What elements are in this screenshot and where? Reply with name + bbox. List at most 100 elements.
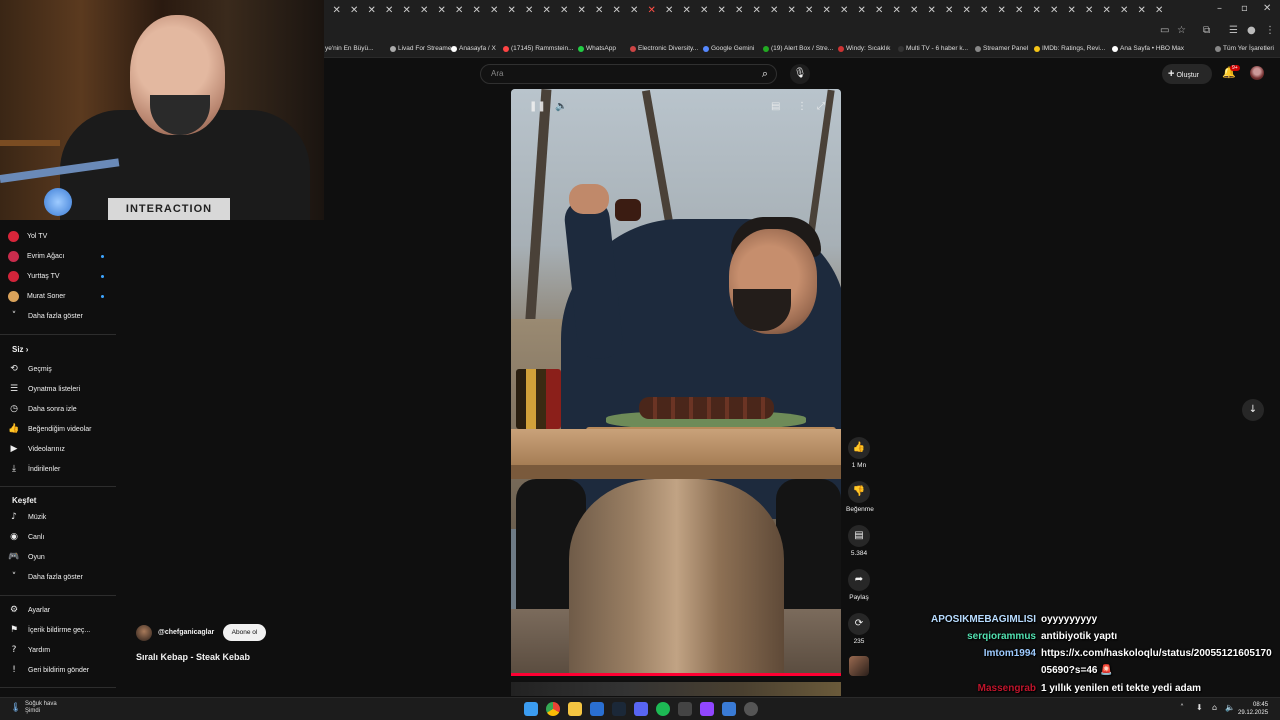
twitch-icon[interactable] — [700, 702, 714, 716]
minimize-icon[interactable]: – — [1217, 3, 1222, 14]
browser-tab[interactable]: ✕ — [783, 4, 801, 18]
browser-tab[interactable]: ✕ — [608, 4, 626, 18]
browser-tab[interactable]: ✕ — [1081, 4, 1099, 18]
browser-tab[interactable]: ✕ — [433, 4, 451, 18]
sound-channel-thumbnail[interactable] — [849, 656, 869, 676]
browser-tab[interactable]: ✕ — [451, 4, 469, 18]
search-box[interactable]: Ara — [480, 64, 777, 84]
browser-tab[interactable]: ✕ — [486, 4, 504, 18]
spotify-icon[interactable] — [656, 702, 670, 716]
search-input[interactable]: Ara — [491, 69, 503, 78]
next-video-arrow-icon[interactable]: ↓ — [1242, 399, 1264, 421]
captions-icon[interactable]: ▤ — [771, 101, 780, 112]
bookmark-item[interactable]: Ana Sayfa • HBO Max — [1112, 45, 1184, 52]
browser-tab[interactable]: ✕ — [328, 4, 346, 18]
bookmark-item[interactable]: Anasayfa / X — [451, 45, 496, 52]
browser-tab[interactable]: ✕ — [801, 4, 819, 18]
fullscreen-icon[interactable]: ⤢ — [817, 101, 825, 112]
browser-tab[interactable]: ✕ — [871, 4, 889, 18]
browser-tab[interactable]: ✕ — [906, 4, 924, 18]
sidebar-item[interactable]: ⚑ İçerik bildirme geç... — [8, 620, 118, 640]
network-icon[interactable]: ⌂ — [1212, 703, 1217, 712]
cast-icon[interactable]: ▭ — [1160, 25, 1169, 36]
bookmark-item[interactable]: (17145) Rammstein... — [503, 45, 574, 52]
sidebar-item[interactable]: Yurttaş TV — [8, 266, 118, 286]
sidebar-item[interactable]: ˅ Daha fazla göster — [8, 306, 118, 326]
browser-tab[interactable]: ✕ — [731, 4, 749, 18]
browser-tab[interactable]: ✕ — [346, 4, 364, 18]
video-progress-bar[interactable] — [511, 673, 841, 676]
browser-tab[interactable]: ✕ — [556, 4, 574, 18]
browser-tab[interactable]: ✕ — [1133, 4, 1151, 18]
browser-tab[interactable]: ✕ — [853, 4, 871, 18]
sidebar-item[interactable]: ▶ Videolarınız — [8, 439, 118, 459]
calculator-icon[interactable] — [678, 702, 692, 716]
sidebar-item[interactable]: ? Yardım — [8, 640, 118, 660]
obs-icon[interactable] — [744, 702, 758, 716]
bookmark-item[interactable]: IMDb: Ratings, Revi... — [1034, 45, 1105, 52]
weather-widget[interactable]: Soğuk hava Şimdi — [25, 701, 57, 715]
microphone-icon[interactable]: 🎙 — [790, 64, 810, 84]
browser-tab[interactable]: ✕ — [503, 4, 521, 18]
app-icon[interactable] — [722, 702, 736, 716]
browser-tab[interactable]: ✕ — [696, 4, 714, 18]
browser-tab[interactable]: ✕ — [1098, 4, 1116, 18]
browser-tab[interactable]: ✕ — [836, 4, 854, 18]
subscribe-button[interactable]: Abone ol — [223, 624, 266, 641]
remix-button[interactable]: ⟳ 235 — [846, 613, 872, 645]
browser-tab[interactable]: ✕ — [958, 4, 976, 18]
short-video-player[interactable]: ❚❚ 🔊 ▤ ⋮ ⤢ — [511, 89, 841, 676]
browser-tab[interactable]: ✕ — [976, 4, 994, 18]
profile-icon[interactable]: ● — [1247, 25, 1256, 36]
play-pause-icon[interactable]: ❚❚ — [529, 101, 546, 112]
browser-tab[interactable]: ✕ — [521, 4, 539, 18]
create-button[interactable]: + Oluştur — [1162, 64, 1212, 84]
browser-tab[interactable]: ✕ — [1116, 4, 1134, 18]
menu-icon[interactable]: ⋮ — [1265, 25, 1275, 36]
browser-tab[interactable]: ✕ — [766, 4, 784, 18]
browser-tab[interactable]: ✕ — [381, 4, 399, 18]
maximize-icon[interactable]: ▫ — [1241, 3, 1248, 14]
browser-tab[interactable]: ✕ — [1046, 4, 1064, 18]
browser-tab[interactable]: ✕ — [678, 4, 696, 18]
sidebar-item[interactable]: ☰ Oynatma listeleri — [8, 379, 118, 399]
bookmark-item[interactable]: (19) Alert Box / Stre... — [763, 45, 833, 52]
bookmark-item[interactable]: Windy: Sıcaklık — [838, 45, 890, 52]
browser-tab[interactable]: ✕ — [626, 4, 644, 18]
browser-tab[interactable]: ✕ — [818, 4, 836, 18]
comments-button[interactable]: ▤ 5.384 — [846, 525, 872, 557]
close-icon[interactable]: ✕ — [1263, 3, 1271, 14]
sidebar-item[interactable]: Evrim Ağacı — [8, 246, 118, 266]
next-short-preview[interactable] — [511, 682, 841, 696]
like-button[interactable]: 👍 1 Mn — [846, 437, 872, 469]
sidebar-section-heading[interactable]: Siz › — [12, 345, 28, 354]
browser-tab[interactable]: ✕ — [1011, 4, 1029, 18]
browser-tab[interactable]: ✕ — [416, 4, 434, 18]
browser-tab[interactable]: ✕ — [468, 4, 486, 18]
channel-name[interactable]: @chefganicaglar — [158, 629, 214, 636]
account-avatar[interactable] — [1250, 66, 1264, 80]
sidebar-item[interactable]: 👍 Beğendiğim videolar — [8, 419, 118, 439]
browser-tab[interactable]: ✕ — [1063, 4, 1081, 18]
more-options-icon[interactable]: ⋮ — [797, 101, 807, 112]
edge-icon[interactable] — [590, 702, 604, 716]
bookmark-item[interactable]: ye'nin En Büyü... — [325, 45, 374, 52]
browser-tab[interactable]: ✕ — [713, 4, 731, 18]
bookmark-item[interactable]: WhatsApp — [578, 45, 616, 52]
browser-tab[interactable]: ✕ — [398, 4, 416, 18]
tray-app-icon[interactable]: ⬇ — [1196, 703, 1203, 712]
tray-chevron-icon[interactable]: ˄ — [1180, 703, 1184, 712]
extensions-icon[interactable]: ⧉ — [1203, 25, 1210, 36]
dislike-button[interactable]: 👎 Beğenme — [846, 481, 874, 513]
bookmark-item[interactable]: Google Gemini — [703, 45, 754, 52]
browser-tab[interactable]: ✕ — [748, 4, 766, 18]
browser-tab[interactable]: ✕ — [643, 4, 661, 18]
browser-tab[interactable]: ✕ — [993, 4, 1011, 18]
browser-tab[interactable]: ✕ — [363, 4, 381, 18]
browser-tab[interactable]: ✕ — [661, 4, 679, 18]
browser-tab[interactable]: ✕ — [888, 4, 906, 18]
clock[interactable]: 08:45 29.12.2025 — [1238, 701, 1268, 717]
volume-icon[interactable]: 🔊 — [555, 101, 567, 112]
bookmark-item[interactable]: Livad For Streamers — [390, 45, 457, 52]
sidebar-item[interactable]: ◉ Canlı — [8, 527, 118, 547]
